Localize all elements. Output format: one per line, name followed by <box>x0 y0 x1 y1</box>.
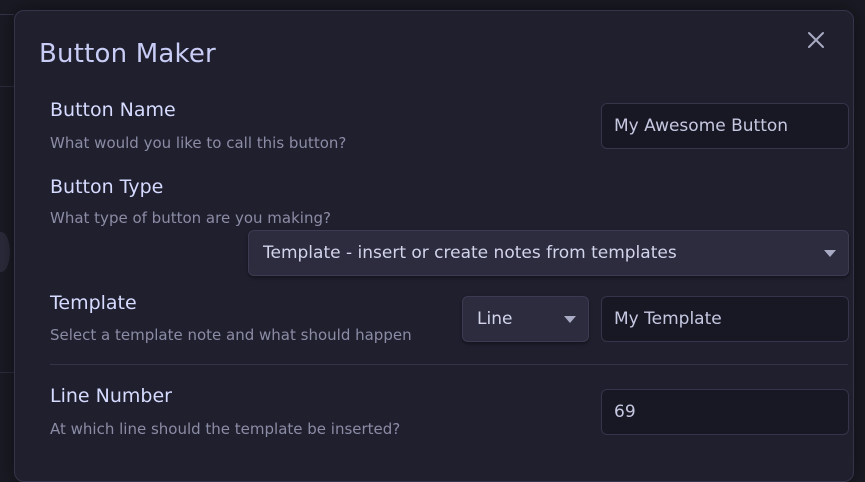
close-icon <box>808 32 824 48</box>
template-label: Template <box>50 292 137 314</box>
template-note-input[interactable]: My Template <box>601 296 849 342</box>
line-number-value: 69 <box>614 402 636 422</box>
button-name-value: My Awesome Button <box>614 116 789 136</box>
button-type-selected-value: Template - insert or create notes from t… <box>263 243 677 263</box>
modal-title: Button Maker <box>39 39 216 69</box>
chevron-down-icon <box>824 250 836 257</box>
template-note-value: My Template <box>614 309 722 329</box>
button-type-description: What type of button are you making? <box>50 209 331 227</box>
chevron-down-icon <box>564 316 576 323</box>
button-type-select[interactable]: Template - insert or create notes from t… <box>248 230 849 276</box>
button-name-description: What would you like to call this button? <box>50 134 347 152</box>
button-name-label: Button Name <box>50 99 176 121</box>
template-action-selected-value: Line <box>477 309 513 329</box>
button-name-input[interactable]: My Awesome Button <box>601 103 849 149</box>
line-number-description: At which line should the template be ins… <box>50 420 401 438</box>
line-number-label: Line Number <box>50 385 172 407</box>
section-divider <box>50 364 848 365</box>
background-element <box>0 232 10 272</box>
button-maker-modal: Button Maker Button Name What would you … <box>14 10 854 482</box>
template-description: Select a template note and what should h… <box>50 326 412 344</box>
background-divider <box>0 14 14 15</box>
background-divider <box>0 86 14 87</box>
background-divider <box>0 372 14 373</box>
button-type-label: Button Type <box>50 176 164 198</box>
line-number-input[interactable]: 69 <box>601 389 849 435</box>
close-button[interactable] <box>803 27 829 53</box>
template-action-select[interactable]: Line <box>462 296 589 342</box>
